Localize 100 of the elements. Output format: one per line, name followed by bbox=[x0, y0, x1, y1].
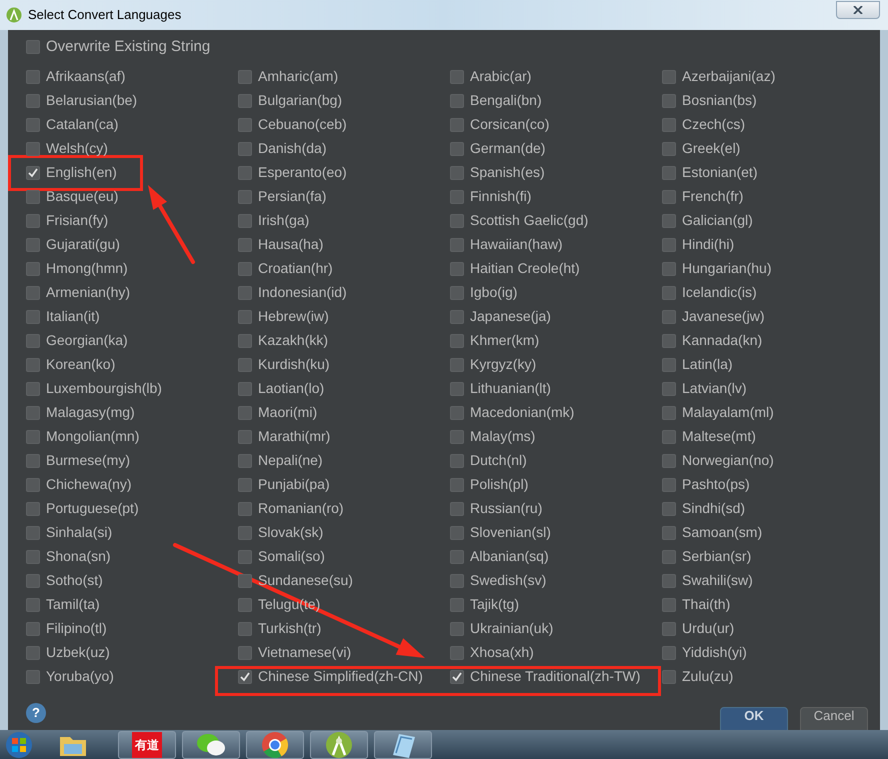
checkbox[interactable] bbox=[26, 526, 40, 540]
checkbox[interactable] bbox=[238, 622, 252, 636]
checkbox[interactable] bbox=[26, 238, 40, 252]
checkbox[interactable] bbox=[238, 574, 252, 588]
checkbox[interactable] bbox=[26, 40, 40, 54]
checkbox[interactable] bbox=[26, 670, 40, 684]
checkbox[interactable] bbox=[26, 478, 40, 492]
checkbox[interactable] bbox=[662, 262, 676, 276]
checkbox[interactable] bbox=[450, 70, 464, 84]
close-button[interactable] bbox=[836, 1, 880, 19]
checkbox[interactable] bbox=[26, 94, 40, 108]
checkbox[interactable] bbox=[662, 670, 676, 684]
checkbox[interactable] bbox=[238, 670, 252, 684]
checkbox[interactable] bbox=[238, 382, 252, 396]
checkbox[interactable] bbox=[450, 94, 464, 108]
checkbox[interactable] bbox=[662, 406, 676, 420]
taskbar-button[interactable] bbox=[246, 730, 304, 758]
checkbox[interactable] bbox=[450, 478, 464, 492]
checkbox[interactable] bbox=[26, 550, 40, 564]
checkbox[interactable] bbox=[662, 646, 676, 660]
checkbox[interactable] bbox=[662, 142, 676, 156]
checkbox[interactable] bbox=[662, 118, 676, 132]
checkbox[interactable] bbox=[238, 502, 252, 516]
checkbox[interactable] bbox=[238, 430, 252, 444]
taskbar-button[interactable]: 有道 bbox=[118, 730, 176, 758]
checkbox[interactable] bbox=[450, 646, 464, 660]
checkbox[interactable] bbox=[26, 502, 40, 516]
checkbox[interactable] bbox=[238, 646, 252, 660]
ok-button[interactable]: OK bbox=[720, 706, 788, 730]
checkbox[interactable] bbox=[662, 526, 676, 540]
checkbox[interactable] bbox=[662, 190, 676, 204]
checkbox[interactable] bbox=[238, 238, 252, 252]
checkbox[interactable] bbox=[238, 358, 252, 372]
checkbox[interactable] bbox=[450, 166, 464, 180]
checkbox[interactable] bbox=[450, 502, 464, 516]
checkbox[interactable] bbox=[450, 310, 464, 324]
checkbox[interactable] bbox=[662, 598, 676, 612]
checkbox[interactable] bbox=[662, 70, 676, 84]
checkbox[interactable] bbox=[26, 430, 40, 444]
checkbox[interactable] bbox=[450, 454, 464, 468]
checkbox[interactable] bbox=[662, 478, 676, 492]
checkbox[interactable] bbox=[26, 310, 40, 324]
checkbox[interactable] bbox=[238, 142, 252, 156]
checkbox[interactable] bbox=[662, 214, 676, 228]
checkbox[interactable] bbox=[450, 622, 464, 636]
checkbox[interactable] bbox=[26, 166, 40, 180]
checkbox[interactable] bbox=[238, 526, 252, 540]
taskbar-button[interactable] bbox=[182, 730, 240, 758]
checkbox[interactable] bbox=[662, 574, 676, 588]
checkbox[interactable] bbox=[662, 454, 676, 468]
checkbox[interactable] bbox=[26, 70, 40, 84]
checkbox[interactable] bbox=[238, 286, 252, 300]
checkbox[interactable] bbox=[662, 166, 676, 180]
taskbar-button[interactable] bbox=[374, 730, 432, 758]
checkbox[interactable] bbox=[238, 598, 252, 612]
checkbox[interactable] bbox=[238, 70, 252, 84]
checkbox[interactable] bbox=[662, 310, 676, 324]
cancel-button[interactable]: Cancel bbox=[800, 706, 868, 730]
checkbox[interactable] bbox=[26, 118, 40, 132]
checkbox[interactable] bbox=[662, 550, 676, 564]
checkbox[interactable] bbox=[450, 334, 464, 348]
checkbox[interactable] bbox=[26, 382, 40, 396]
checkbox[interactable] bbox=[450, 574, 464, 588]
checkbox[interactable] bbox=[26, 646, 40, 660]
checkbox[interactable] bbox=[26, 190, 40, 204]
checkbox[interactable] bbox=[450, 142, 464, 156]
checkbox[interactable] bbox=[238, 214, 252, 228]
checkbox[interactable] bbox=[26, 334, 40, 348]
checkbox[interactable] bbox=[26, 406, 40, 420]
checkbox[interactable] bbox=[450, 358, 464, 372]
checkbox[interactable] bbox=[662, 622, 676, 636]
checkbox[interactable] bbox=[450, 190, 464, 204]
checkbox[interactable] bbox=[238, 118, 252, 132]
checkbox[interactable] bbox=[450, 598, 464, 612]
checkbox[interactable] bbox=[662, 334, 676, 348]
checkbox[interactable] bbox=[450, 670, 464, 684]
checkbox[interactable] bbox=[26, 574, 40, 588]
checkbox[interactable] bbox=[238, 166, 252, 180]
checkbox[interactable] bbox=[662, 286, 676, 300]
checkbox[interactable] bbox=[450, 430, 464, 444]
checkbox[interactable] bbox=[238, 550, 252, 564]
checkbox[interactable] bbox=[450, 406, 464, 420]
checkbox[interactable] bbox=[450, 382, 464, 396]
checkbox[interactable] bbox=[238, 406, 252, 420]
checkbox[interactable] bbox=[450, 286, 464, 300]
checkbox[interactable] bbox=[26, 142, 40, 156]
checkbox[interactable] bbox=[26, 358, 40, 372]
checkbox[interactable] bbox=[662, 382, 676, 396]
checkbox[interactable] bbox=[238, 190, 252, 204]
checkbox[interactable] bbox=[26, 598, 40, 612]
checkbox[interactable] bbox=[26, 262, 40, 276]
checkbox[interactable] bbox=[450, 118, 464, 132]
checkbox[interactable] bbox=[450, 550, 464, 564]
checkbox[interactable] bbox=[450, 238, 464, 252]
checkbox[interactable] bbox=[238, 262, 252, 276]
checkbox[interactable] bbox=[238, 454, 252, 468]
checkbox[interactable] bbox=[450, 214, 464, 228]
checkbox[interactable] bbox=[238, 94, 252, 108]
checkbox[interactable] bbox=[450, 262, 464, 276]
checkbox[interactable] bbox=[662, 94, 676, 108]
